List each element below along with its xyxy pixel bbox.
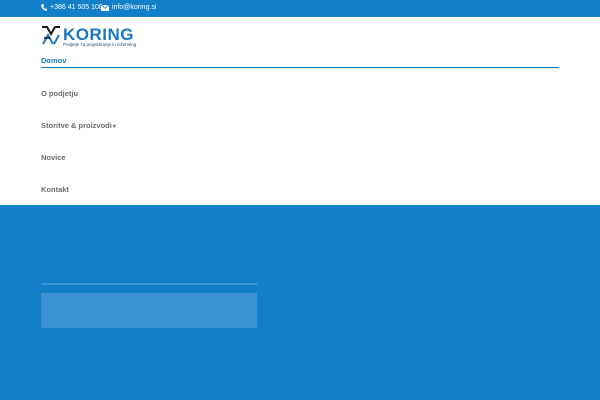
nav-item-kontakt[interactable]: Kontakt xyxy=(41,185,69,194)
site-logo[interactable]: KORING Podjetje za projektiranje in inže… xyxy=(41,25,159,49)
nav-item-domov[interactable]: Domov xyxy=(41,56,66,65)
email-address: info@koring.si xyxy=(112,4,157,11)
chevron-down-icon: ▾ xyxy=(112,124,116,130)
phone-contact[interactable]: +386 41 505 108 xyxy=(41,4,103,11)
nav-item-label: Domov xyxy=(41,56,67,65)
nav-item-label: O podjetju xyxy=(41,89,79,98)
hero-content-box xyxy=(41,293,257,328)
nav-item-label: Kontakt xyxy=(41,185,69,194)
top-bar: +386 41 505 108 info@koring.si xyxy=(0,0,600,17)
nav-item-storitve-proizvodi[interactable]: Storitve & proizvodi▾ xyxy=(41,121,116,130)
logo-mark-icon xyxy=(42,26,60,45)
phone-number: +386 41 505 108 xyxy=(50,4,103,11)
email-contact[interactable]: info@koring.si xyxy=(101,4,156,11)
nav-item-label: Novice xyxy=(41,153,66,162)
hero-divider xyxy=(41,283,257,285)
nav-item-o-podjetju[interactable]: O podjetju xyxy=(41,89,78,98)
logo-tagline: Podjetje za projektiranje in inženiring xyxy=(63,42,137,47)
envelope-icon xyxy=(101,4,109,11)
logo-wordmark: KORING xyxy=(63,25,134,44)
hero-section xyxy=(0,205,600,400)
phone-icon xyxy=(41,4,47,11)
nav-active-underline xyxy=(41,67,559,68)
nav-item-label: Storitve & proizvodi xyxy=(41,121,112,130)
nav-item-novice[interactable]: Novice xyxy=(41,153,66,162)
